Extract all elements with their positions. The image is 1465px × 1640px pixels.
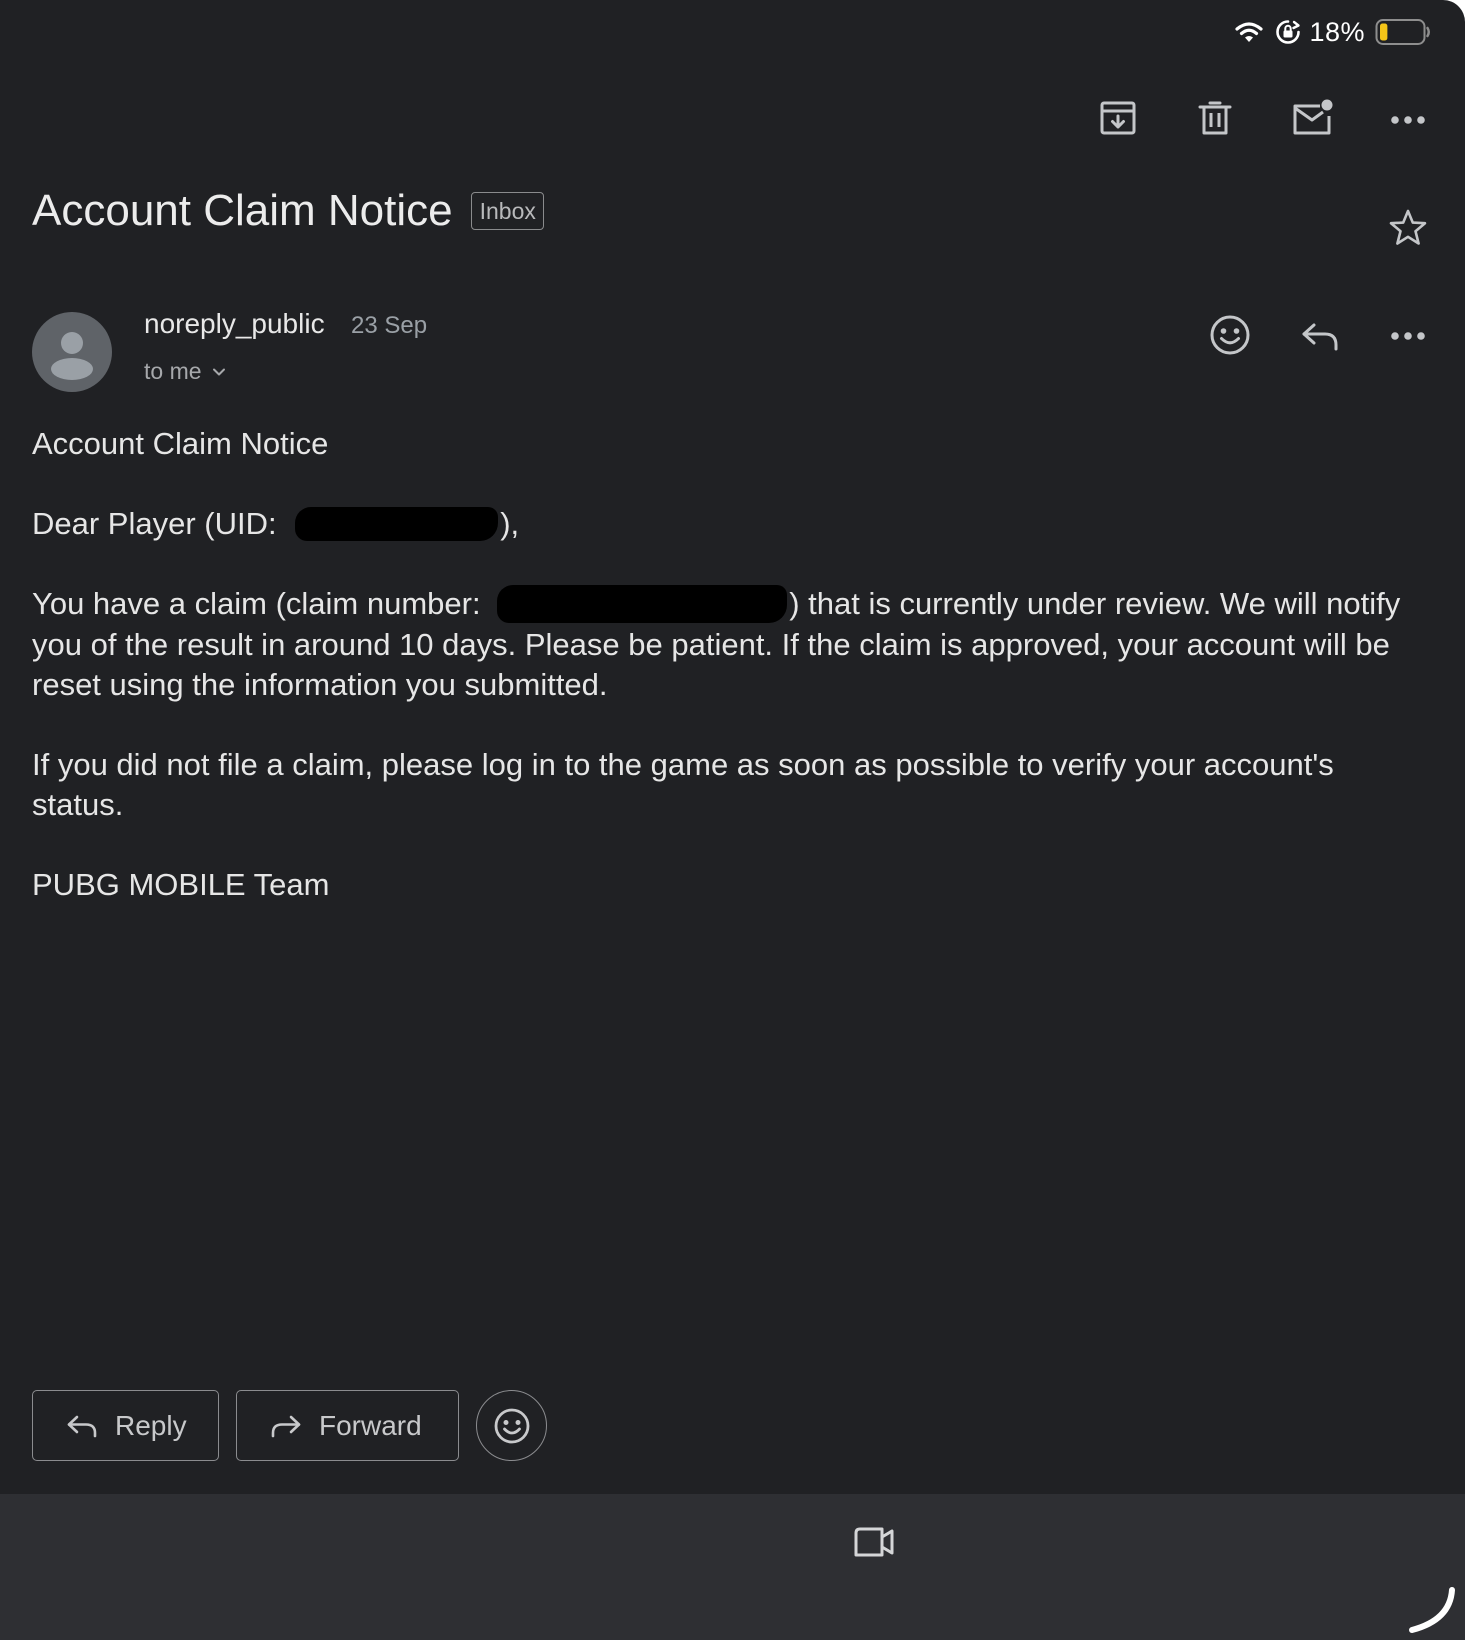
sender-name[interactable]: noreply_public (144, 308, 325, 340)
signature: PUBG MOBILE Team (32, 866, 330, 902)
mark-unread-button[interactable] (1288, 96, 1336, 140)
wifi-icon (1235, 22, 1264, 42)
home-indicator (1409, 1587, 1455, 1633)
subject-row: Account Claim Notice Inbox (32, 186, 544, 236)
archive-button[interactable] (1096, 96, 1140, 140)
reply-icon (1302, 323, 1338, 351)
claim-paragraph: You have a claim (claim number: ) that i… (32, 584, 1422, 705)
star-icon (1389, 209, 1427, 245)
person-icon (51, 332, 93, 380)
chevron-down-icon (212, 368, 225, 375)
forward-icon (271, 1415, 301, 1437)
add-reaction-button[interactable] (1208, 313, 1252, 357)
emoji-icon (1210, 315, 1250, 355)
greeting: Dear Player (UID: ), (32, 504, 1422, 544)
forward-label: Forward (319, 1409, 422, 1441)
more-options-button[interactable] (1386, 102, 1430, 138)
greeting-suffix: ), (500, 506, 520, 541)
battery-icon (1375, 19, 1430, 45)
body-heading: Account Claim Notice (32, 426, 329, 461)
redaction-mark (497, 584, 788, 623)
email-view: 18% Account Claim Notice Inbox noreply_p… (0, 0, 1465, 1640)
more-icon (1391, 332, 1425, 340)
greeting-prefix: Dear Player (UID: (32, 506, 286, 541)
email-subject: Account Claim Notice (32, 186, 453, 235)
reply-icon (67, 1415, 97, 1437)
recipient-label: to me (144, 358, 202, 384)
emoji-icon (494, 1408, 529, 1443)
archive-icon (1100, 101, 1136, 135)
reply-icon-button[interactable] (1298, 316, 1342, 356)
warning-paragraph: If you did not file a claim, please log … (32, 746, 1334, 822)
mark-unread-icon (1293, 99, 1333, 135)
status-bar: 18% (1235, 14, 1431, 50)
video-call-icon[interactable] (852, 1524, 896, 1560)
battery-percentage: 18% (1309, 16, 1365, 47)
avatar[interactable] (32, 312, 112, 392)
sent-date: 23 Sep (351, 312, 428, 339)
rotation-lock-icon (1276, 20, 1301, 44)
reply-button[interactable]: Reply (32, 1390, 219, 1461)
react-button[interactable] (476, 1390, 547, 1461)
recipient-details-toggle[interactable]: to me (144, 358, 226, 385)
trash-icon (1198, 101, 1232, 135)
email-body: Account Claim Notice Dear Player (UID: )… (32, 424, 1422, 945)
forward-button[interactable]: Forward (236, 1390, 459, 1461)
inbox-label[interactable]: Inbox (470, 192, 544, 230)
star-button[interactable] (1386, 206, 1430, 250)
delete-button[interactable] (1193, 96, 1237, 140)
reply-label: Reply (115, 1409, 187, 1441)
claim-prefix: You have a claim (claim number: (32, 586, 490, 621)
redaction-mark (295, 506, 499, 541)
message-more-button[interactable] (1386, 318, 1430, 354)
bottom-bar (0, 1494, 1465, 1640)
screen: 18% Account Claim Notice Inbox noreply_p… (0, 0, 1465, 1640)
more-icon (1391, 116, 1425, 124)
